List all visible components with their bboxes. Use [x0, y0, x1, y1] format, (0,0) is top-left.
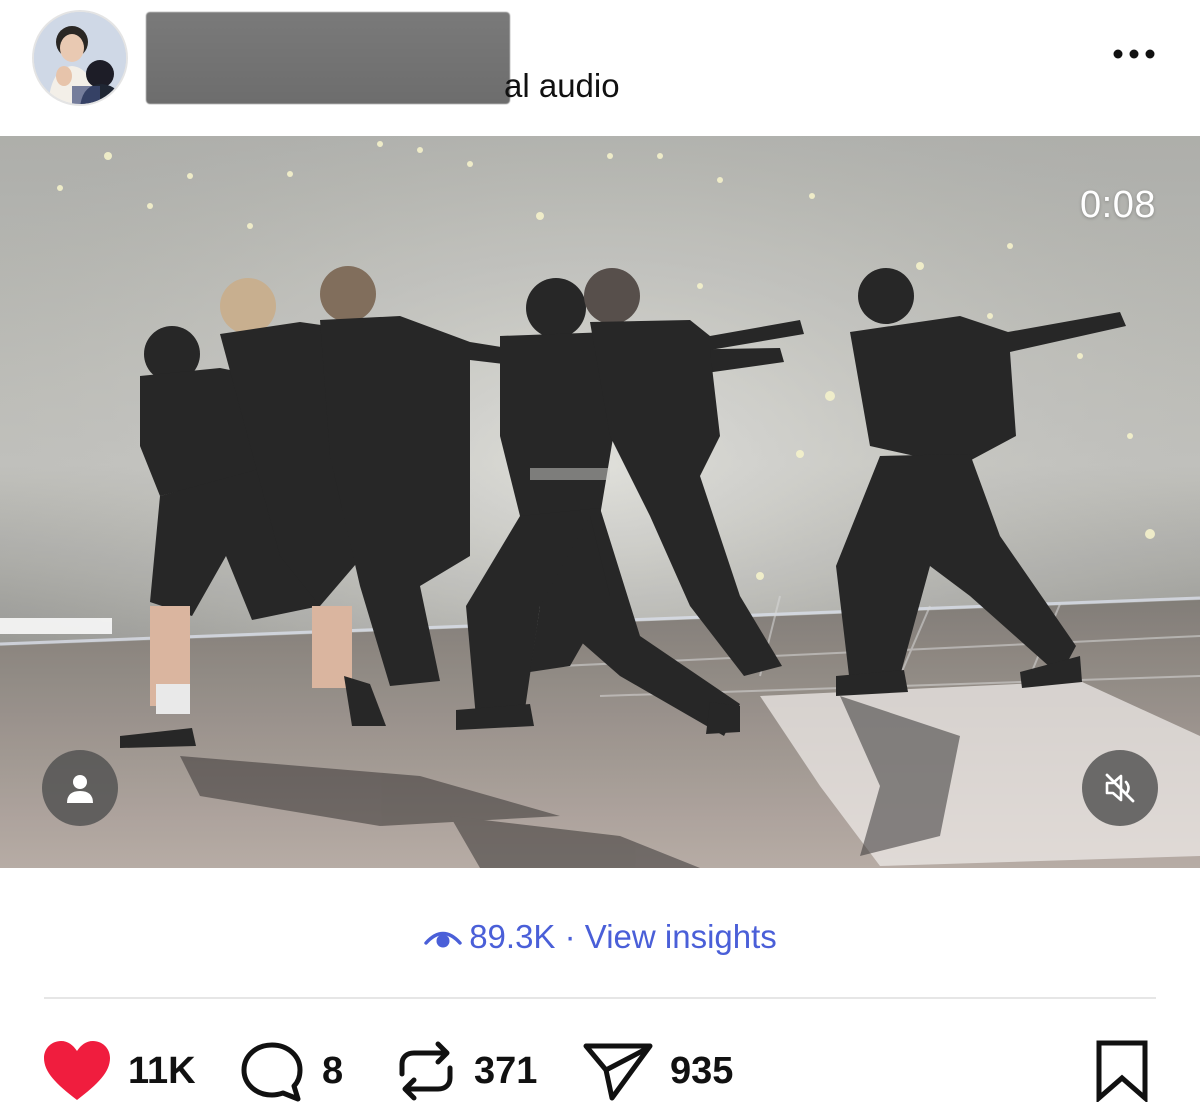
repost-count: 371: [474, 1049, 538, 1092]
send-paper-plane-icon: [583, 1043, 653, 1101]
more-horizontal-icon: [1113, 49, 1155, 59]
more-options-button[interactable]: [1104, 36, 1164, 72]
comment-bubble-icon: [241, 1042, 303, 1102]
divider: [44, 997, 1156, 999]
audio-label[interactable]: al audio: [504, 66, 620, 106]
repost-arrows-icon: [399, 1041, 453, 1101]
share-count: 935: [670, 1049, 734, 1092]
share-button[interactable]: 935: [582, 1036, 733, 1106]
speaker-muted-icon: [1105, 773, 1135, 803]
like-count: 11K: [128, 1049, 196, 1092]
eye-icon: [424, 932, 462, 948]
concert-video-frame: [0, 136, 1200, 868]
person-icon: [67, 775, 93, 803]
separator-dot: ·: [564, 918, 576, 955]
mute-toggle-button[interactable]: [1082, 750, 1158, 826]
video-timestamp: 0:08: [1080, 184, 1156, 226]
views-insights-row[interactable]: 89.3K · View insights: [0, 914, 1200, 960]
view-count: 89.3K: [469, 918, 556, 955]
view-insights-link[interactable]: View insights: [585, 918, 777, 955]
save-button[interactable]: [1094, 1040, 1150, 1107]
comment-button[interactable]: 8: [238, 1036, 343, 1106]
like-button[interactable]: 11K: [42, 1036, 196, 1106]
comment-count: 8: [322, 1049, 344, 1092]
redacted-username: [146, 12, 510, 104]
repost-button[interactable]: 371: [394, 1036, 537, 1106]
tagged-people-button[interactable]: [42, 750, 118, 826]
bookmark-outline-icon: [1096, 1040, 1148, 1104]
heart-filled-icon: [44, 1041, 110, 1100]
post-screen: al audio 0:08 89.3K · View insights 11K …: [0, 0, 1200, 1111]
avatar[interactable]: [32, 10, 128, 106]
video-player[interactable]: 0:08: [0, 136, 1200, 868]
